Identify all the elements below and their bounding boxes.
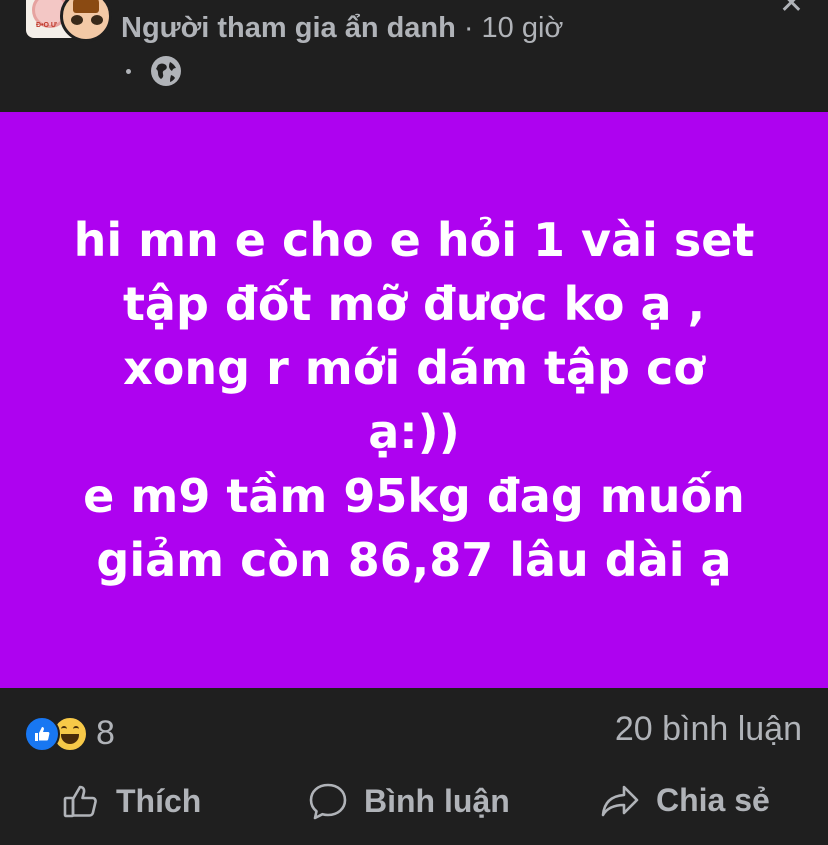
share-button[interactable]: Chia sẻ — [600, 782, 770, 819]
author-name[interactable]: Người tham gia ẩn danh — [121, 12, 456, 44]
group-logo-text: Đ•O Ư — [36, 22, 57, 29]
speech-bubble-icon — [309, 783, 347, 820]
like-button[interactable]: Thích — [62, 782, 201, 820]
comment-button[interactable]: Bình luận — [308, 782, 510, 820]
comment-label: Bình luận — [364, 782, 510, 819]
action-bar: Thích Bình luận Chia sẻ — [0, 770, 828, 834]
like-reaction-icon — [24, 715, 60, 752]
meta-separator: · — [463, 12, 474, 44]
post-body[interactable]: hi mn e cho e hỏi 1 vài set tập đốt mỡ đ… — [0, 112, 828, 688]
share-arrow-icon — [601, 785, 639, 816]
post-text: hi mn e cho e hỏi 1 vài set tập đốt mỡ đ… — [73, 213, 755, 587]
share-label: Chia sẻ — [656, 782, 770, 818]
glasses-shape — [71, 15, 103, 25]
comment-count[interactable]: 20 bình luận — [615, 710, 802, 749]
post-meta: Người tham gia ẩn danh · 10 giờ — [121, 12, 563, 45]
post-stats: 8 20 bình luận — [0, 688, 828, 770]
post-header: Đ•O Ư ✕ Người tham gia ẩn danh · 10 giờ — [0, 0, 828, 112]
privacy-indicator — [126, 54, 183, 88]
reactions-summary[interactable]: 8 — [24, 714, 115, 753]
dot-separator — [126, 68, 131, 74]
globe-icon[interactable] — [149, 54, 183, 88]
hat-shape — [73, 0, 99, 13]
close-icon[interactable]: ✕ — [779, 0, 804, 21]
post-time[interactable]: 10 giờ — [482, 12, 564, 44]
reaction-count: 8 — [96, 714, 115, 752]
thumbs-up-icon — [63, 785, 97, 818]
like-label: Thích — [116, 782, 202, 819]
